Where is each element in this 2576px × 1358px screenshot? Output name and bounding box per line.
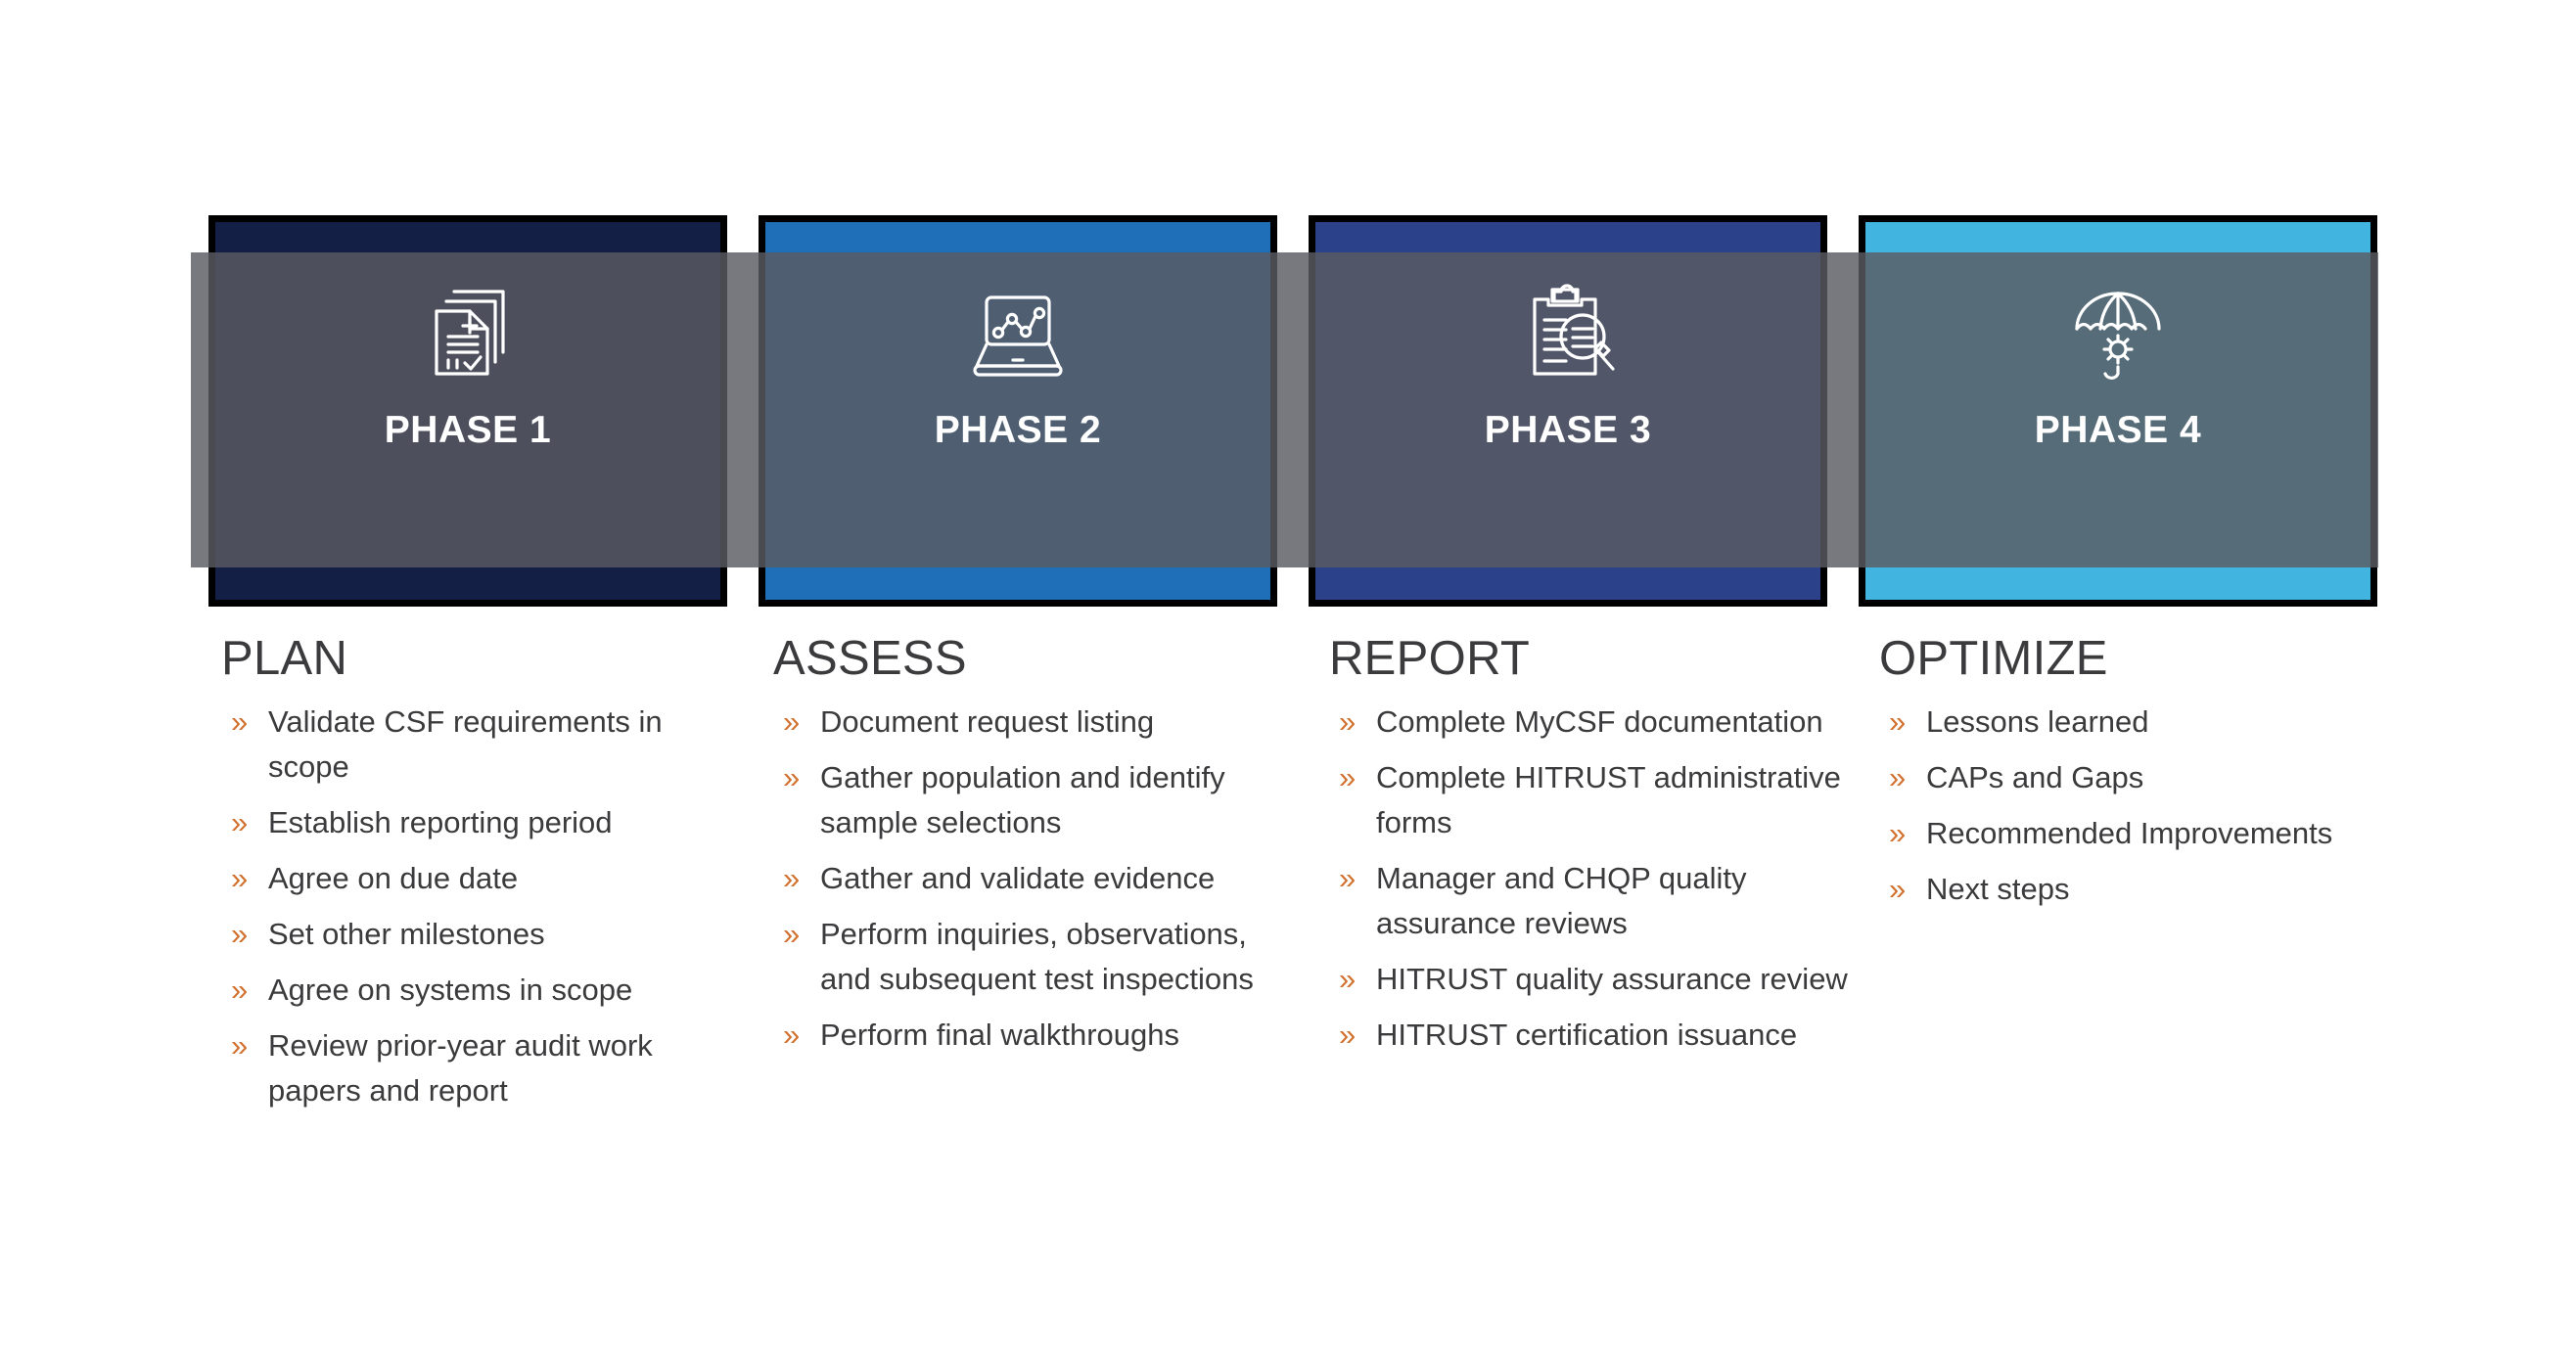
list-item-label: Perform inquiries, observations, and sub…	[820, 917, 1254, 997]
column-title-assess: ASSESS	[773, 632, 967, 685]
list-item[interactable]: » Gather population and identify sample …	[773, 755, 1302, 845]
phase-banner-row: PHASE 1 PHASE 2 PHASE 3 PHASE 4	[0, 0, 2576, 626]
list-item[interactable]: » Perform final walkthroughs	[773, 1013, 1302, 1058]
column-title-report: REPORT	[1329, 632, 1531, 685]
chevron-bullet-icon: »	[783, 861, 801, 896]
chevron-bullet-icon: »	[1339, 1018, 1357, 1053]
list-item-label: Gather and validate evidence	[820, 861, 1216, 896]
chevron-bullet-icon: »	[1889, 816, 1907, 851]
list-item[interactable]: » Validate CSF requirements in scope	[221, 700, 750, 790]
list-item-label: Agree on due date	[268, 861, 519, 896]
phase-content-1: PHASE 1	[208, 252, 727, 567]
list-item-label: Agree on systems in scope	[268, 973, 633, 1008]
list-item-label: Document request listing	[820, 704, 1155, 740]
list-item[interactable]: » Perform inquiries, observations, and s…	[773, 912, 1302, 1002]
list-item-label: Complete HITRUST administrative forms	[1376, 760, 1841, 840]
list-item[interactable]: » Set other milestones	[221, 912, 750, 957]
list-item[interactable]: » Complete HITRUST administrative forms	[1329, 755, 1858, 845]
chevron-bullet-icon: »	[231, 917, 249, 952]
list-item-label: Validate CSF requirements in scope	[268, 704, 663, 785]
list-item-label: CAPs and Gaps	[1926, 760, 2144, 795]
phase-label-2: PHASE 2	[934, 409, 1102, 451]
chevron-bullet-icon: »	[783, 760, 801, 795]
phase-label-4: PHASE 4	[2034, 409, 2202, 451]
list-item[interactable]: » Gather and validate evidence	[773, 856, 1302, 901]
list-item[interactable]: » Lessons learned	[1879, 700, 2408, 745]
list-item[interactable]: » Complete MyCSF documentation	[1329, 700, 1858, 745]
bullet-list-assess: » Document request listing » Gather popu…	[773, 700, 1302, 1058]
list-item[interactable]: » Next steps	[1879, 867, 2408, 912]
chevron-bullet-icon: »	[1889, 704, 1907, 740]
chevron-bullet-icon: »	[231, 861, 249, 896]
list-item-label: Lessons learned	[1926, 704, 2149, 740]
chevron-bullet-icon: »	[783, 1018, 801, 1053]
chevron-bullet-icon: »	[231, 704, 249, 740]
clipboard-magnifier-icon	[1509, 276, 1627, 384]
list-item-label: Recommended Improvements	[1926, 816, 2333, 851]
chevron-bullet-icon: »	[1339, 861, 1357, 896]
list-item-label: Complete MyCSF documentation	[1376, 704, 1823, 740]
chevron-bullet-icon: »	[231, 805, 249, 840]
phase-column-optimize: OPTIMIZE » Lessons learned » CAPs and Ga…	[1879, 632, 2408, 923]
list-item-label: Manager and CHQP quality assurance revie…	[1376, 861, 1747, 941]
laptop-line-chart-icon	[959, 276, 1077, 384]
phase-content-3: PHASE 3	[1309, 252, 1827, 567]
list-item[interactable]: » HITRUST certification issuance	[1329, 1013, 1858, 1058]
list-item-label: Review prior-year audit work papers and …	[268, 1028, 653, 1109]
list-item-label: Perform final walkthroughs	[820, 1018, 1179, 1053]
documents-checklist-icon	[409, 276, 527, 384]
chevron-bullet-icon: »	[1339, 760, 1357, 795]
list-item-label: Next steps	[1926, 872, 2070, 907]
list-item[interactable]: » Agree on due date	[221, 856, 750, 901]
umbrella-sun-icon	[2059, 276, 2177, 384]
list-item-label: HITRUST certification issuance	[1376, 1018, 1798, 1053]
chevron-bullet-icon: »	[231, 973, 249, 1008]
phase-label-3: PHASE 3	[1484, 409, 1652, 451]
list-item-label: Establish reporting period	[268, 805, 613, 840]
list-item[interactable]: » CAPs and Gaps	[1879, 755, 2408, 800]
bullet-list-plan: » Validate CSF requirements in scope » E…	[221, 700, 750, 1113]
bullet-list-report: » Complete MyCSF documentation » Complet…	[1329, 700, 1858, 1058]
list-item-label: HITRUST quality assurance review	[1376, 962, 1848, 997]
chevron-bullet-icon: »	[1889, 760, 1907, 795]
list-item[interactable]: » Manager and CHQP quality assurance rev…	[1329, 856, 1858, 946]
phase-column-plan: PLAN » Validate CSF requirements in scop…	[221, 632, 750, 1124]
phase-column-assess: ASSESS » Document request listing » Gath…	[773, 632, 1302, 1068]
list-item[interactable]: » Establish reporting period	[221, 800, 750, 845]
chevron-bullet-icon: »	[783, 704, 801, 740]
list-item[interactable]: » HITRUST quality assurance review	[1329, 957, 1858, 1002]
chevron-bullet-icon: »	[1889, 872, 1907, 907]
chevron-bullet-icon: »	[1339, 704, 1357, 740]
chevron-bullet-icon: »	[1339, 962, 1357, 997]
list-item-label: Gather population and identify sample se…	[820, 760, 1225, 840]
list-item[interactable]: » Review prior-year audit work papers an…	[221, 1023, 750, 1113]
chevron-bullet-icon: »	[231, 1028, 249, 1064]
list-item[interactable]: » Agree on systems in scope	[221, 968, 750, 1013]
phase-column-report: REPORT » Complete MyCSF documentation » …	[1329, 632, 1858, 1068]
phase-content-4: PHASE 4	[1859, 252, 2377, 567]
phase-label-1: PHASE 1	[384, 409, 552, 451]
list-item[interactable]: » Document request listing	[773, 700, 1302, 745]
column-title-plan: PLAN	[221, 632, 348, 685]
chevron-bullet-icon: »	[783, 917, 801, 952]
column-title-optimize: OPTIMIZE	[1879, 632, 2108, 685]
bullet-list-optimize: » Lessons learned » CAPs and Gaps » Reco…	[1879, 700, 2408, 912]
list-item-label: Set other milestones	[268, 917, 545, 952]
phase-content-2: PHASE 2	[759, 252, 1277, 567]
list-item[interactable]: » Recommended Improvements	[1879, 811, 2408, 856]
